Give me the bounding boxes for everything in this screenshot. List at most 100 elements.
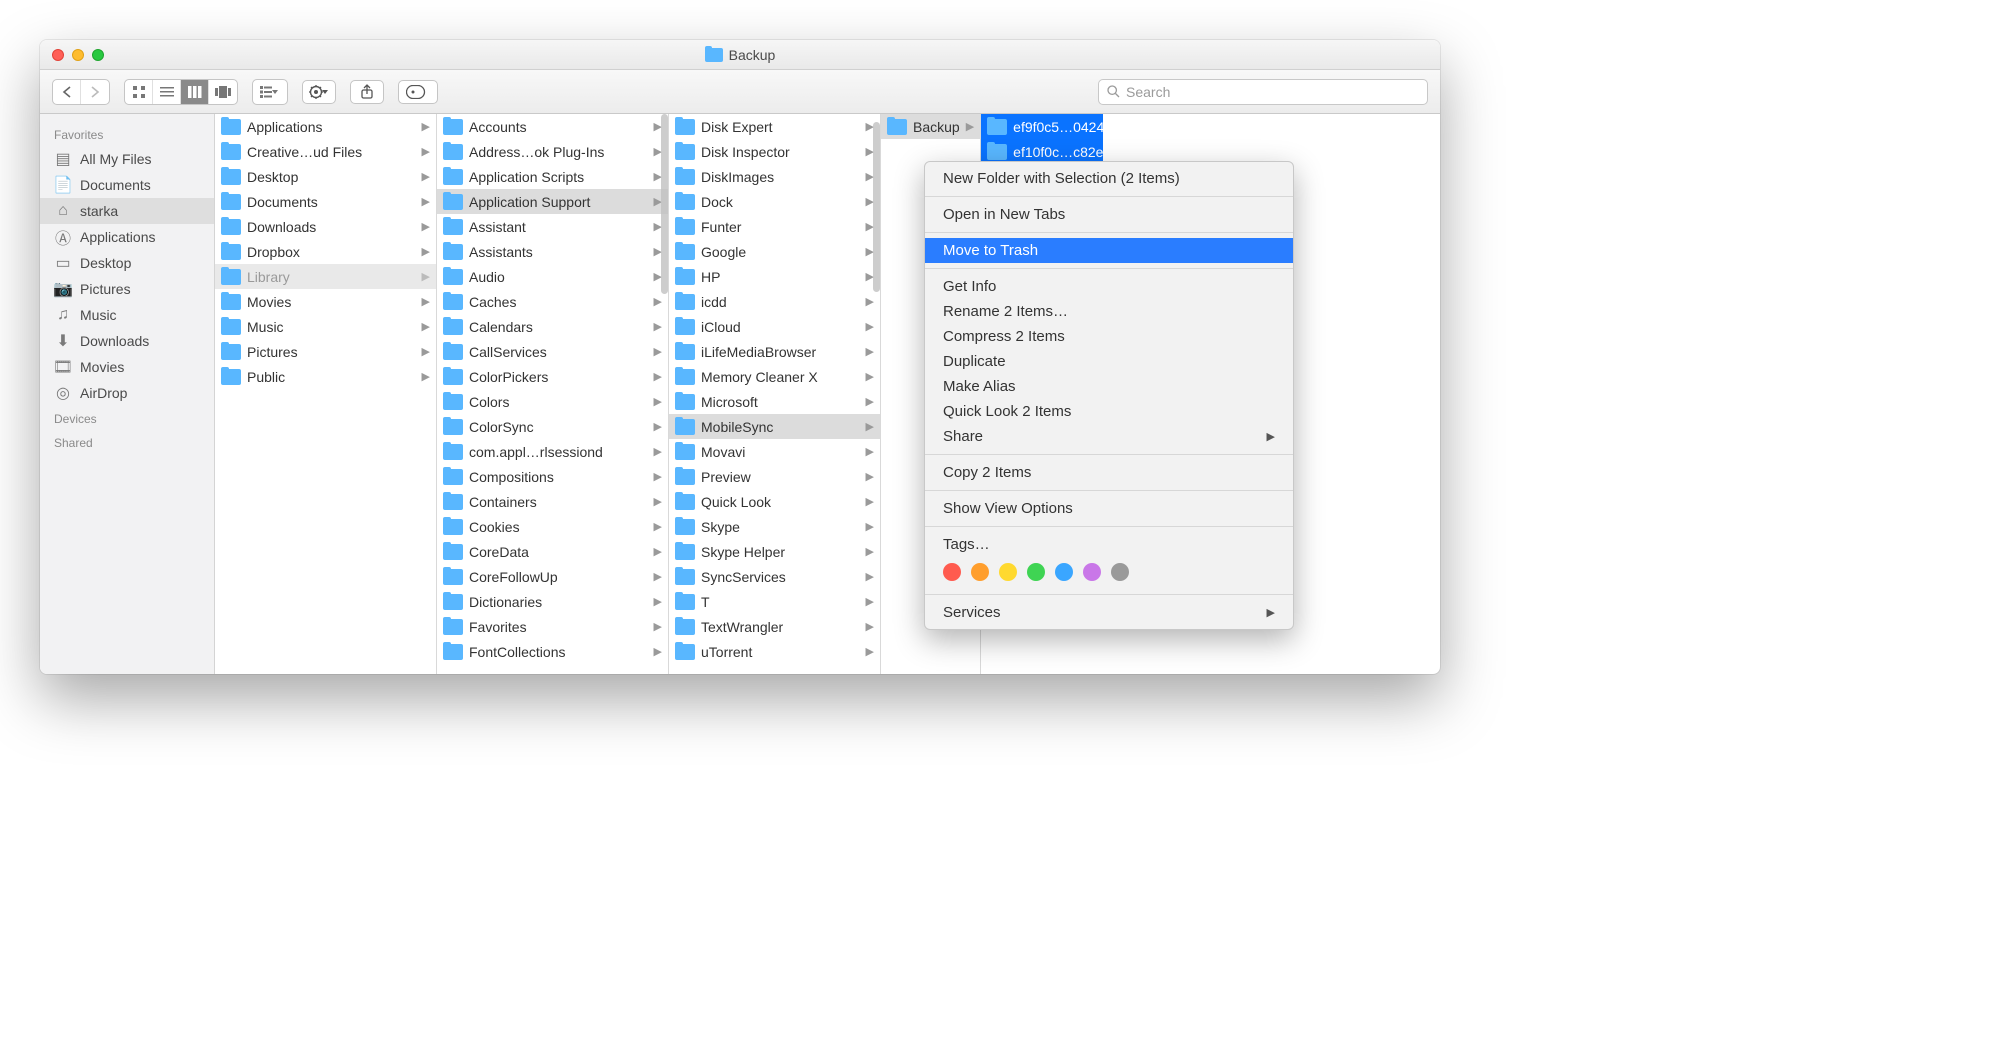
context-menu-item[interactable]: Tags…: [925, 532, 1293, 557]
folder-row[interactable]: iCloud▶: [669, 314, 880, 339]
folder-row[interactable]: Application Support▶: [437, 189, 668, 214]
coverflow-view-button[interactable]: [209, 80, 237, 104]
folder-row[interactable]: Desktop▶: [215, 164, 436, 189]
folder-row[interactable]: Assistant▶: [437, 214, 668, 239]
folder-row[interactable]: Containers▶: [437, 489, 668, 514]
folder-row[interactable]: Microsoft▶: [669, 389, 880, 414]
context-menu-item[interactable]: Rename 2 Items…: [925, 299, 1293, 324]
folder-row[interactable]: CoreData▶: [437, 539, 668, 564]
sidebar-item[interactable]: ▭Desktop: [40, 250, 214, 276]
tag-color[interactable]: [1027, 563, 1045, 581]
context-menu-item[interactable]: Make Alias: [925, 374, 1293, 399]
folder-row[interactable]: Audio▶: [437, 264, 668, 289]
folder-row[interactable]: Application Scripts▶: [437, 164, 668, 189]
folder-row[interactable]: CoreFollowUp▶: [437, 564, 668, 589]
folder-row[interactable]: CallServices▶: [437, 339, 668, 364]
folder-row[interactable]: Favorites▶: [437, 614, 668, 639]
folder-row[interactable]: Google▶: [669, 239, 880, 264]
column-1[interactable]: Applications▶ Creative…ud Files▶ Desktop…: [215, 114, 437, 674]
arrange-button[interactable]: [253, 80, 287, 104]
folder-row[interactable]: T▶: [669, 589, 880, 614]
column-2[interactable]: Accounts▶ Address…ok Plug-Ins▶ Applicati…: [437, 114, 669, 674]
tag-color[interactable]: [943, 563, 961, 581]
sidebar-item[interactable]: 📄Documents: [40, 172, 214, 198]
folder-row[interactable]: iLifeMediaBrowser▶: [669, 339, 880, 364]
folder-row[interactable]: Creative…ud Files▶: [215, 139, 436, 164]
sidebar-item[interactable]: ♫Music: [40, 302, 214, 328]
folder-row[interactable]: Documents▶: [215, 189, 436, 214]
folder-row[interactable]: Disk Inspector▶: [669, 139, 880, 164]
sidebar-item[interactable]: ⌂starka: [40, 198, 214, 224]
folder-row[interactable]: Caches▶: [437, 289, 668, 314]
folder-row[interactable]: ColorSync▶: [437, 414, 668, 439]
column-3[interactable]: Disk Expert▶ Disk Inspector▶ DiskImages▶…: [669, 114, 881, 674]
column-view-button[interactable]: [181, 80, 209, 104]
sidebar-item[interactable]: ⬇Downloads: [40, 328, 214, 354]
context-menu-item[interactable]: Share▶: [925, 424, 1293, 449]
context-menu-item[interactable]: Compress 2 Items: [925, 324, 1293, 349]
folder-row[interactable]: FontCollections▶: [437, 639, 668, 664]
folder-row[interactable]: Dictionaries▶: [437, 589, 668, 614]
folder-row[interactable]: Assistants▶: [437, 239, 668, 264]
context-menu-item[interactable]: Show View Options: [925, 496, 1293, 521]
folder-row[interactable]: com.appl…rlsessiond▶: [437, 439, 668, 464]
context-menu-item[interactable]: Open in New Tabs: [925, 202, 1293, 227]
folder-row[interactable]: TextWrangler▶: [669, 614, 880, 639]
scrollbar-thumb[interactable]: [661, 114, 668, 294]
folder-row[interactable]: Movies▶: [215, 289, 436, 314]
folder-row[interactable]: Disk Expert▶: [669, 114, 880, 139]
folder-row[interactable]: Pictures▶: [215, 339, 436, 364]
folder-row[interactable]: Music▶: [215, 314, 436, 339]
context-menu-item[interactable]: Duplicate: [925, 349, 1293, 374]
context-menu-item[interactable]: Copy 2 Items: [925, 460, 1293, 485]
folder-row[interactable]: Cookies▶: [437, 514, 668, 539]
folder-row[interactable]: Movavi▶: [669, 439, 880, 464]
folder-row[interactable]: HP▶: [669, 264, 880, 289]
tag-color[interactable]: [1083, 563, 1101, 581]
folder-row[interactable]: Applications▶: [215, 114, 436, 139]
folder-row[interactable]: SyncServices▶: [669, 564, 880, 589]
folder-row[interactable]: Compositions▶: [437, 464, 668, 489]
minimize-window-button[interactable]: [72, 49, 84, 61]
folder-row[interactable]: Downloads▶: [215, 214, 436, 239]
context-menu-item[interactable]: New Folder with Selection (2 Items): [925, 166, 1293, 191]
folder-row[interactable]: Accounts▶: [437, 114, 668, 139]
sidebar-item[interactable]: 🎞Movies: [40, 354, 214, 380]
action-button[interactable]: [302, 80, 336, 104]
folder-row[interactable]: MobileSync▶: [669, 414, 880, 439]
share-button[interactable]: [350, 80, 384, 104]
folder-row[interactable]: Public▶: [215, 364, 436, 389]
back-button[interactable]: [53, 80, 81, 104]
folder-row[interactable]: Funter▶: [669, 214, 880, 239]
folder-row[interactable]: DiskImages▶: [669, 164, 880, 189]
context-menu-item[interactable]: Quick Look 2 Items: [925, 399, 1293, 424]
folder-row[interactable]: Skype Helper▶: [669, 539, 880, 564]
tag-color[interactable]: [971, 563, 989, 581]
context-menu-item[interactable]: Move to Trash: [925, 238, 1293, 263]
folder-row[interactable]: Quick Look▶: [669, 489, 880, 514]
search-field[interactable]: Search: [1098, 79, 1428, 105]
folder-row[interactable]: ColorPickers▶: [437, 364, 668, 389]
tags-button[interactable]: [398, 80, 438, 104]
folder-row[interactable]: Skype▶: [669, 514, 880, 539]
context-menu-item[interactable]: Get Info: [925, 274, 1293, 299]
context-menu-item[interactable]: Services▶: [925, 600, 1293, 625]
folder-row[interactable]: Dropbox▶: [215, 239, 436, 264]
folder-row[interactable]: uTorrent▶: [669, 639, 880, 664]
sidebar-item[interactable]: ◎AirDrop: [40, 380, 214, 406]
folder-row[interactable]: Memory Cleaner X▶: [669, 364, 880, 389]
folder-row[interactable]: ef9f0c5…042463▶: [981, 114, 1103, 139]
close-window-button[interactable]: [52, 49, 64, 61]
sidebar-item[interactable]: ⒶApplications: [40, 224, 214, 250]
icon-view-button[interactable]: [125, 80, 153, 104]
folder-row[interactable]: Calendars▶: [437, 314, 668, 339]
folder-row[interactable]: icdd▶: [669, 289, 880, 314]
list-view-button[interactable]: [153, 80, 181, 104]
folder-row[interactable]: Preview▶: [669, 464, 880, 489]
tag-color[interactable]: [1111, 563, 1129, 581]
forward-button[interactable]: [81, 80, 109, 104]
folder-row[interactable]: Dock▶: [669, 189, 880, 214]
folder-row[interactable]: Library▶: [215, 264, 436, 289]
tag-color[interactable]: [999, 563, 1017, 581]
sidebar-item[interactable]: 📷Pictures: [40, 276, 214, 302]
